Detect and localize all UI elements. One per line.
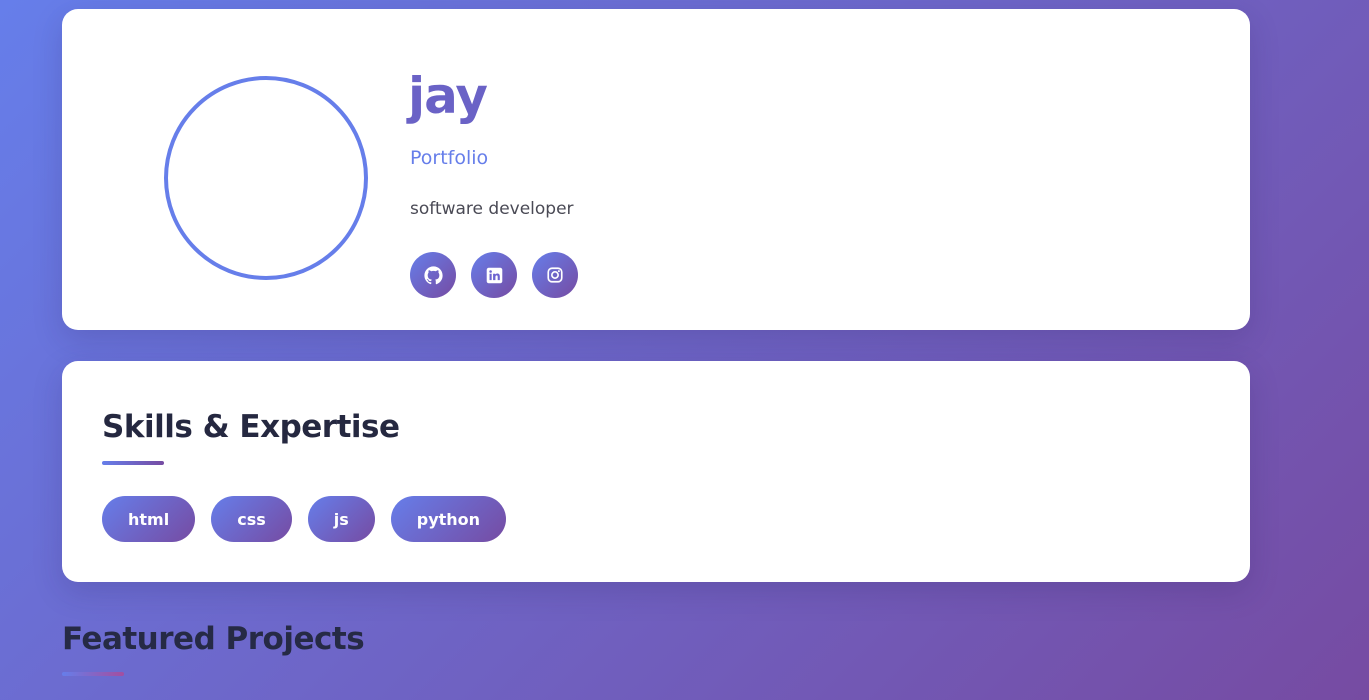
social-links	[410, 252, 578, 298]
skill-tag-css[interactable]: css	[211, 496, 292, 542]
linkedin-icon	[486, 267, 503, 284]
skills-list: html css js python	[102, 496, 507, 542]
projects-heading-underline	[62, 672, 124, 676]
profile-title: Portfolio	[410, 147, 489, 169]
github-icon	[423, 265, 443, 285]
linkedin-link[interactable]	[471, 252, 517, 298]
github-link[interactable]	[410, 252, 456, 298]
profile-name: jay	[408, 67, 488, 125]
instagram-link[interactable]	[532, 252, 578, 298]
projects-heading: Featured Projects	[62, 621, 365, 657]
avatar	[164, 76, 368, 280]
skills-heading-underline	[102, 461, 164, 465]
skill-tag-html[interactable]: html	[102, 496, 196, 542]
instagram-icon	[546, 266, 564, 284]
skill-tag-python[interactable]: python	[390, 496, 507, 542]
profile-card: jay Portfolio software developer	[62, 9, 1250, 330]
profile-bio: software developer	[410, 199, 574, 219]
skills-heading: Skills & Expertise	[102, 409, 400, 445]
skills-card	[62, 361, 1250, 582]
skill-tag-js[interactable]: js	[307, 496, 375, 542]
